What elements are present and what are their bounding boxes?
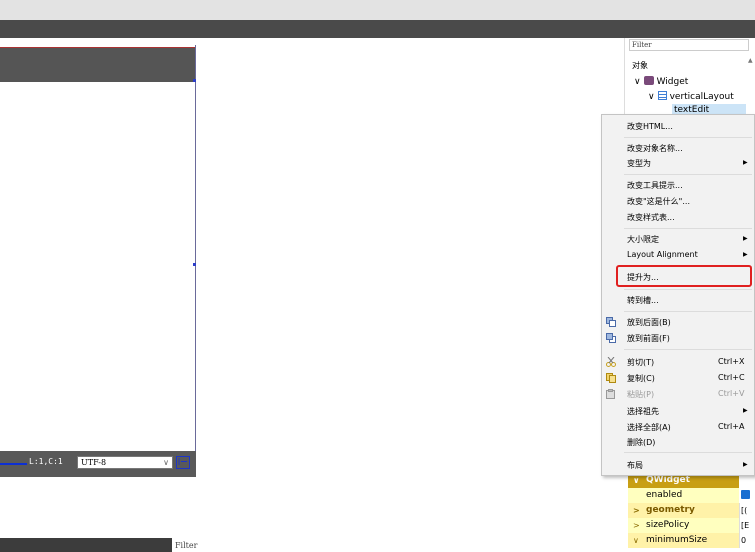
property-value[interactable]: [( [739,503,755,518]
cut-icon [606,356,616,367]
chevron-down-icon: ∨ [163,458,169,467]
status-progress-line [0,463,27,465]
bring-to-front-icon [606,333,616,343]
window-title-bar [0,0,755,20]
menu-separator [624,174,752,175]
property-value[interactable]: [E [739,518,755,533]
property-row[interactable]: enabled [628,488,739,503]
menu-separator [624,349,752,350]
menu-item[interactable]: 改变对象名称... [627,143,683,154]
menu-item[interactable]: 转到槽... [627,295,659,306]
menu-item[interactable]: 改变"这是什么"... [627,196,690,207]
tree-item-vertical-layout[interactable]: ∨ verticalLayout [648,91,734,102]
menu-separator [624,289,752,290]
wrap-icon [178,458,187,465]
menu-item[interactable]: 选择祖先 [627,406,659,417]
tree-item-widget[interactable]: ∨ Widget [634,76,688,87]
vertical-layout-icon [657,91,667,100]
property-name: sizePolicy [646,520,690,530]
menu-item[interactable]: 布局 [627,460,643,471]
chevron-down-icon[interactable]: ∨ [648,92,655,102]
bottom-filter-input[interactable]: Filter [175,541,197,550]
menu-separator [624,137,752,138]
menu-item[interactable]: 改变工具提示... [627,180,683,191]
tree-item-label: verticalLayout [669,92,734,102]
property-row[interactable]: > sizePolicy [628,518,739,533]
menu-shortcut: Ctrl+C [718,373,745,382]
object-column-header: 对象 [632,61,648,70]
submenu-arrow-icon: ▶ [743,461,748,468]
chevron-down-icon[interactable]: ∨ [634,77,641,87]
menu-item[interactable]: 改变样式表... [627,212,675,223]
menu-shortcut: Ctrl+A [718,422,745,431]
submenu-arrow-icon: ▶ [743,235,748,242]
menu-item[interactable]: 选择全部(A) [627,422,671,433]
submenu-arrow-icon: ▶ [743,407,748,414]
property-row[interactable]: ∨ minimumSize [628,533,739,548]
menu-separator [624,228,752,229]
status-bar-button[interactable] [176,456,190,469]
property-name: enabled [646,490,683,500]
property-name: geometry [646,505,695,515]
object-filter-input[interactable]: Filter [629,39,749,51]
encoding-select[interactable]: UTF-8 ∨ [77,456,173,469]
menu-item[interactable]: 大小限定 [627,234,659,245]
resize-handle[interactable] [193,263,196,266]
property-value[interactable]: 0 [739,533,755,548]
submenu-arrow-icon: ▶ [743,251,748,258]
property-name: QWidget [646,475,690,485]
menu-separator [624,311,752,312]
copy-icon [606,373,616,383]
scroll-up-arrow-icon[interactable]: ▲ [748,57,753,64]
menu-item: 粘贴(P) [627,390,655,399]
toolbar-strip [0,20,755,38]
resize-handle[interactable] [193,79,196,82]
menu-shortcut: Ctrl+X [718,357,745,366]
menu-item[interactable]: 删除(D) [627,437,655,448]
widget-icon [643,76,654,85]
chevron-right-icon[interactable]: > [633,518,640,533]
chevron-down-icon[interactable]: ∨ [633,533,639,548]
checkbox-checked-icon[interactable] [741,490,750,499]
menu-item[interactable]: 放到前面(F) [627,333,670,344]
property-name: minimumSize [646,535,708,545]
chevron-right-icon[interactable]: > [633,503,640,518]
submenu-arrow-icon: ▶ [743,159,748,166]
menu-item[interactable]: 复制(C) [627,373,655,384]
menu-item[interactable]: 变型为 [627,158,651,169]
form-header-bar [0,47,195,82]
bottom-panel-bar [0,538,172,552]
menu-item[interactable]: 改变HTML... [627,121,673,132]
menu-item[interactable]: 剪切(T) [627,357,654,368]
menu-shortcut: Ctrl+V [718,389,745,398]
paste-icon [606,389,616,399]
form-canvas[interactable] [0,45,196,477]
menu-separator [624,452,752,453]
line-column-indicator: L:1,C:1 [29,457,63,466]
property-row[interactable]: > geometry [628,503,739,518]
tree-item-label: Widget [656,77,689,87]
send-to-back-icon [606,317,616,327]
menu-item[interactable]: Layout Alignment [627,250,698,259]
encoding-value: UTF-8 [81,458,107,467]
highlight-outline [616,265,752,287]
menu-item[interactable]: 放到后面(B) [627,317,671,328]
